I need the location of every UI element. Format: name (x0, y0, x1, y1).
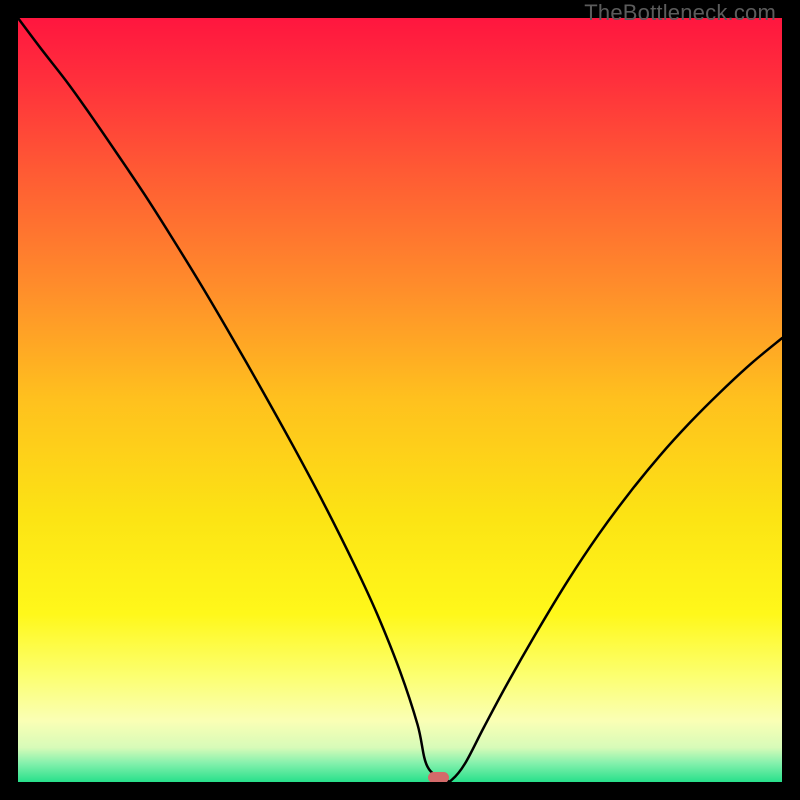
watermark-text: TheBottleneck.com (584, 0, 776, 26)
optimal-marker (428, 772, 449, 782)
chart-background-gradient (18, 18, 782, 782)
chart-frame (18, 18, 782, 782)
